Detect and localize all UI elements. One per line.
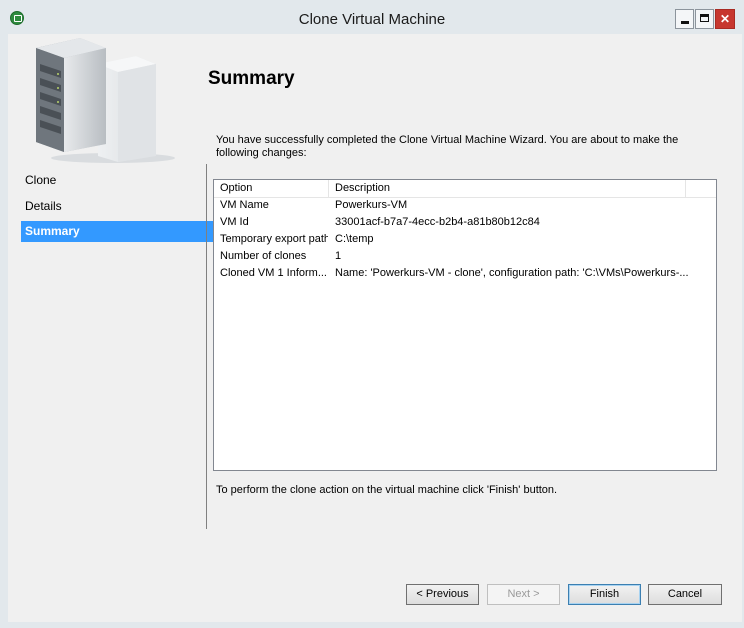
sidebar-item-clone[interactable]: Clone	[21, 170, 213, 191]
table-row[interactable]: VM Id 33001acf-b7a7-4ecc-b2b4-a81b80b12c…	[214, 214, 716, 231]
description-cell: 1	[335, 250, 342, 262]
minimize-icon	[681, 21, 689, 24]
description-cell: C:\temp	[335, 233, 374, 245]
table-header: Option Description	[214, 180, 716, 198]
previous-button[interactable]: < Previous	[406, 584, 479, 605]
server-icon	[36, 38, 175, 163]
sidebar-item-summary[interactable]: Summary	[21, 221, 213, 242]
title-bar[interactable]: Clone Virtual Machine ✕	[0, 0, 744, 34]
divider	[206, 164, 207, 529]
table-row[interactable]: VM Name Powerkurs-VM	[214, 197, 716, 214]
table-row[interactable]: Temporary export path C:\temp	[214, 231, 716, 248]
instruction-text: To perform the clone action on the virtu…	[216, 484, 558, 496]
window-title: Clone Virtual Machine	[298, 11, 446, 28]
description-cell: 33001acf-b7a7-4ecc-b2b4-a81b80b12c84	[335, 216, 540, 228]
option-cell: Number of clones	[220, 250, 307, 262]
sidebar-item-details[interactable]: Details	[21, 196, 213, 217]
option-cell: Temporary export path	[220, 233, 328, 245]
option-cell: Cloned VM 1 Inform...	[220, 267, 327, 279]
page-title: Summary	[208, 68, 295, 89]
description-cell: Powerkurs-VM	[335, 199, 408, 211]
minimize-button[interactable]	[675, 9, 694, 29]
column-header-description[interactable]: Description	[329, 180, 686, 197]
close-icon: ✕	[719, 12, 731, 26]
table-row[interactable]: Cloned VM 1 Inform... Name: 'Powerkurs-V…	[214, 265, 716, 282]
wizard-body: Clone Details Summary Summary You have s…	[8, 34, 742, 622]
finish-button[interactable]: Finish	[568, 584, 641, 605]
close-button[interactable]: ✕	[715, 9, 735, 29]
maximize-button[interactable]	[695, 9, 714, 29]
maximize-icon	[700, 14, 709, 22]
description-cell: Name: 'Powerkurs-VM - clone', configurat…	[335, 267, 689, 279]
next-button[interactable]: Next >	[487, 584, 560, 605]
intro-text: You have successfully completed the Clon…	[216, 134, 679, 159]
cancel-button[interactable]: Cancel	[648, 584, 722, 605]
option-cell: VM Name	[220, 199, 269, 211]
wizard-window: Clone Virtual Machine ✕ Clone Details Su…	[0, 0, 744, 628]
summary-table[interactable]: Option Description VM Name Powerkurs-VM …	[213, 179, 717, 471]
table-row[interactable]: Number of clones 1	[214, 248, 716, 265]
column-header-option[interactable]: Option	[214, 180, 329, 197]
option-cell: VM Id	[220, 216, 249, 228]
